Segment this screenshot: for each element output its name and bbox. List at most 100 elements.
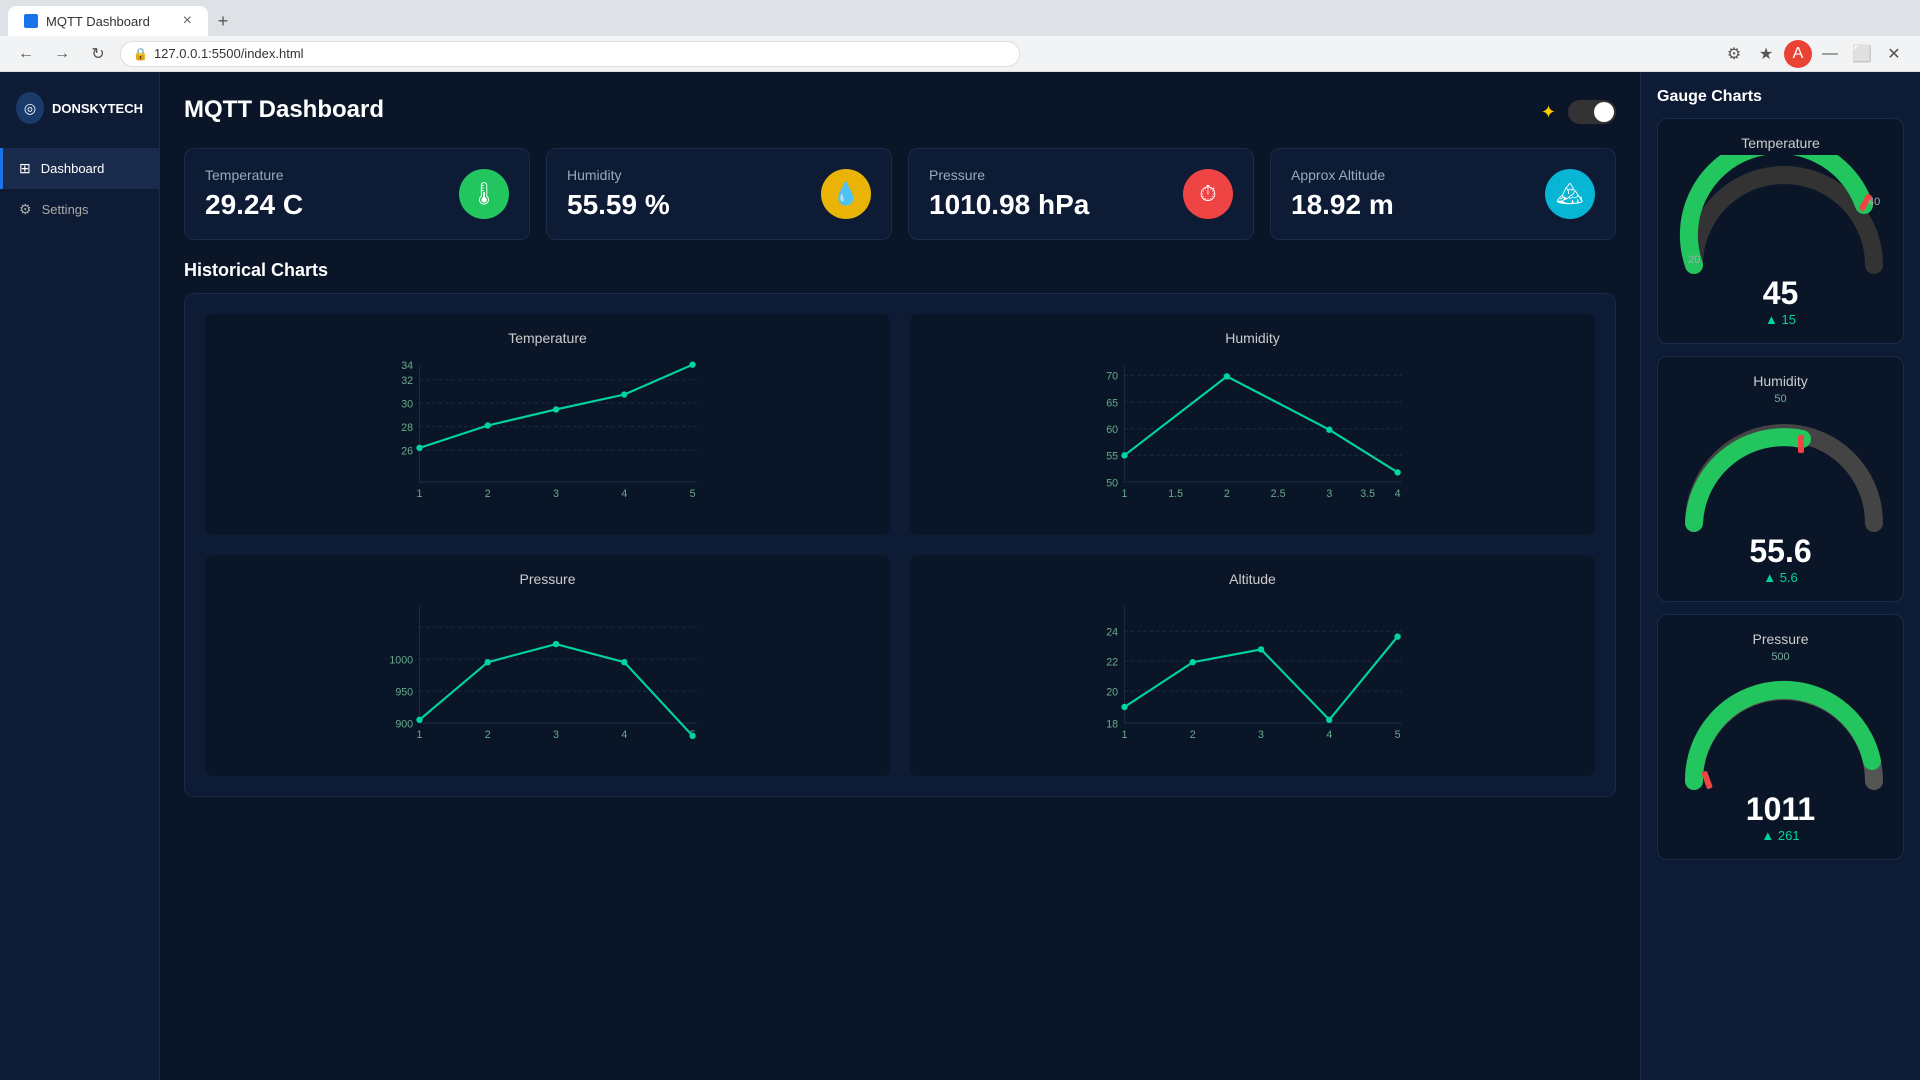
theme-toggle[interactable] xyxy=(1568,100,1616,124)
svg-text:65: 65 xyxy=(1106,397,1118,409)
historical-charts-title: Historical Charts xyxy=(184,260,1616,281)
svg-text:3: 3 xyxy=(1326,488,1332,500)
historical-charts-section: Historical Charts Temperature xyxy=(184,260,1616,797)
svg-text:1: 1 xyxy=(417,729,423,741)
forward-button[interactable]: → xyxy=(48,40,76,68)
metric-label-pressure: Pressure xyxy=(929,167,1089,183)
bookmarks-icon[interactable]: ★ xyxy=(1752,40,1780,68)
sidebar-item-settings[interactable]: ⚙ Settings xyxy=(0,189,159,230)
tab-title: MQTT Dashboard xyxy=(46,14,150,29)
svg-text:26: 26 xyxy=(401,445,413,457)
back-button[interactable]: ← xyxy=(12,40,40,68)
svg-text:70: 70 xyxy=(1106,371,1118,383)
metric-icon-altitude: 🏔 xyxy=(1545,169,1595,219)
svg-text:18: 18 xyxy=(1106,718,1118,730)
address-bar[interactable]: 🔒 127.0.0.1:5500/index.html xyxy=(120,41,1020,67)
metric-label-temperature: Temperature xyxy=(205,167,303,183)
temperature-line-chart: 26 28 30 32 34 1 2 3 4 5 xyxy=(221,354,874,514)
dashboard-icon: ⊞ xyxy=(19,160,31,177)
metric-icon-temperature: 🌡 xyxy=(459,169,509,219)
svg-text:3.5: 3.5 xyxy=(1360,488,1375,500)
svg-text:2: 2 xyxy=(1224,488,1230,500)
maximize-button[interactable]: ⬜ xyxy=(1848,40,1876,68)
svg-text:2.5: 2.5 xyxy=(1271,488,1286,500)
metric-value-altitude: 18.92 m xyxy=(1291,189,1394,221)
svg-text:2: 2 xyxy=(485,729,491,741)
toggle-knob xyxy=(1594,102,1614,122)
gauge-card-humidity: Humidity 50 55.6 5.6 xyxy=(1657,356,1904,602)
svg-text:24: 24 xyxy=(1106,627,1118,639)
pressure-chart-title: Pressure xyxy=(221,571,874,587)
gauge-panel-title: Gauge Charts xyxy=(1657,88,1904,106)
svg-text:1.5: 1.5 xyxy=(1168,488,1183,500)
profile-icon[interactable]: A xyxy=(1784,40,1812,68)
main-content: MQTT Dashboard ✦ Temperature 29.24 C 🌡 H… xyxy=(160,72,1640,1080)
metric-card-temperature: Temperature 29.24 C 🌡 xyxy=(184,148,530,240)
svg-text:2: 2 xyxy=(485,488,491,500)
metric-info-humidity: Humidity 55.59 % xyxy=(567,167,670,221)
metric-info-altitude: Approx Altitude 18.92 m xyxy=(1291,167,1394,221)
svg-text:950: 950 xyxy=(395,686,413,698)
gauge-value-pressure: 1011 xyxy=(1674,791,1887,828)
close-window-button[interactable]: ✕ xyxy=(1880,40,1908,68)
tab-favicon xyxy=(24,14,38,28)
sidebar-item-dashboard-label: Dashboard xyxy=(41,161,105,176)
metric-card-humidity: Humidity 55.59 % 💧 xyxy=(546,148,892,240)
svg-text:20: 20 xyxy=(1688,254,1700,266)
metric-icon-humidity: 💧 xyxy=(821,169,871,219)
svg-text:3: 3 xyxy=(553,488,559,500)
svg-text:30: 30 xyxy=(401,398,413,410)
gauge-scale-humidity: 50 xyxy=(1674,393,1887,405)
svg-text:5: 5 xyxy=(690,488,696,500)
gauge-delta-temperature: 15 xyxy=(1674,312,1887,327)
top-bar: ✦ xyxy=(1541,100,1616,124)
temperature-chart-wrapper: Temperature 26 28 30 xyxy=(205,314,890,535)
svg-text:50: 50 xyxy=(1106,477,1118,489)
app: ◎ DONSKYTECH ⊞ Dashboard ⚙ Settings MQTT… xyxy=(0,72,1920,1080)
gauge-scale-pressure: 500 xyxy=(1674,651,1887,663)
gauge-delta-humidity: 5.6 xyxy=(1674,570,1887,585)
metric-info-temperature: Temperature 29.24 C xyxy=(205,167,303,221)
logo-text: DONSKYTECH xyxy=(52,101,143,116)
humidity-chart-title: Humidity xyxy=(926,330,1579,346)
charts-container: Temperature 26 28 30 xyxy=(184,293,1616,797)
minimize-button[interactable]: — xyxy=(1816,40,1844,68)
sidebar-item-settings-label: Settings xyxy=(42,202,89,217)
svg-text:28: 28 xyxy=(401,422,413,434)
svg-text:4: 4 xyxy=(621,729,627,741)
browser-chrome: MQTT Dashboard × + ← → ↻ 🔒 127.0.0.1:550… xyxy=(0,0,1920,72)
extensions-icon[interactable]: ⚙ xyxy=(1720,40,1748,68)
sidebar-item-dashboard[interactable]: ⊞ Dashboard xyxy=(0,148,159,189)
gauge-card-pressure: Pressure 500 1011 261 xyxy=(1657,614,1904,860)
gauge-card-temperature: Temperature 20 40 45 15 xyxy=(1657,118,1904,344)
svg-text:4: 4 xyxy=(621,488,627,500)
gauge-svg-temperature: 20 40 xyxy=(1674,155,1894,275)
gauge-name-pressure: Pressure xyxy=(1674,631,1887,647)
svg-text:3: 3 xyxy=(1258,729,1264,741)
svg-text:1: 1 xyxy=(1122,729,1128,741)
altitude-line-chart: 18 20 22 24 1 2 3 4 5 xyxy=(926,595,1579,755)
svg-text:900: 900 xyxy=(395,718,413,730)
svg-text:32: 32 xyxy=(401,375,413,387)
humidity-line-chart: 50 55 60 65 70 1 1.5 2 2.5 3 3.5 4 xyxy=(926,354,1579,514)
svg-text:22: 22 xyxy=(1106,656,1118,668)
altitude-chart-title: Altitude xyxy=(926,571,1579,587)
browser-toolbar: ← → ↻ 🔒 127.0.0.1:5500/index.html ⚙ ★ A … xyxy=(0,36,1920,72)
active-tab[interactable]: MQTT Dashboard × xyxy=(8,6,208,36)
new-tab-button[interactable]: + xyxy=(208,6,238,36)
svg-text:1: 1 xyxy=(417,488,423,500)
tab-close-button[interactable]: × xyxy=(183,12,192,30)
pressure-chart-wrapper: Pressure 900 950 1000 1 2 3 xyxy=(205,555,890,776)
reload-button[interactable]: ↻ xyxy=(84,40,112,68)
svg-text:60: 60 xyxy=(1106,424,1118,436)
svg-text:55: 55 xyxy=(1106,451,1118,463)
svg-text:2: 2 xyxy=(1190,729,1196,741)
svg-text:3: 3 xyxy=(553,729,559,741)
logo-icon: ◎ xyxy=(16,92,44,124)
altitude-chart-wrapper: Altitude 18 20 22 24 1 2 xyxy=(910,555,1595,776)
svg-text:40: 40 xyxy=(1868,196,1880,208)
gauge-name-temperature: Temperature xyxy=(1674,135,1887,151)
temperature-chart-title: Temperature xyxy=(221,330,874,346)
gauge-svg-pressure xyxy=(1674,671,1894,791)
metric-cards: Temperature 29.24 C 🌡 Humidity 55.59 % 💧… xyxy=(184,148,1616,240)
